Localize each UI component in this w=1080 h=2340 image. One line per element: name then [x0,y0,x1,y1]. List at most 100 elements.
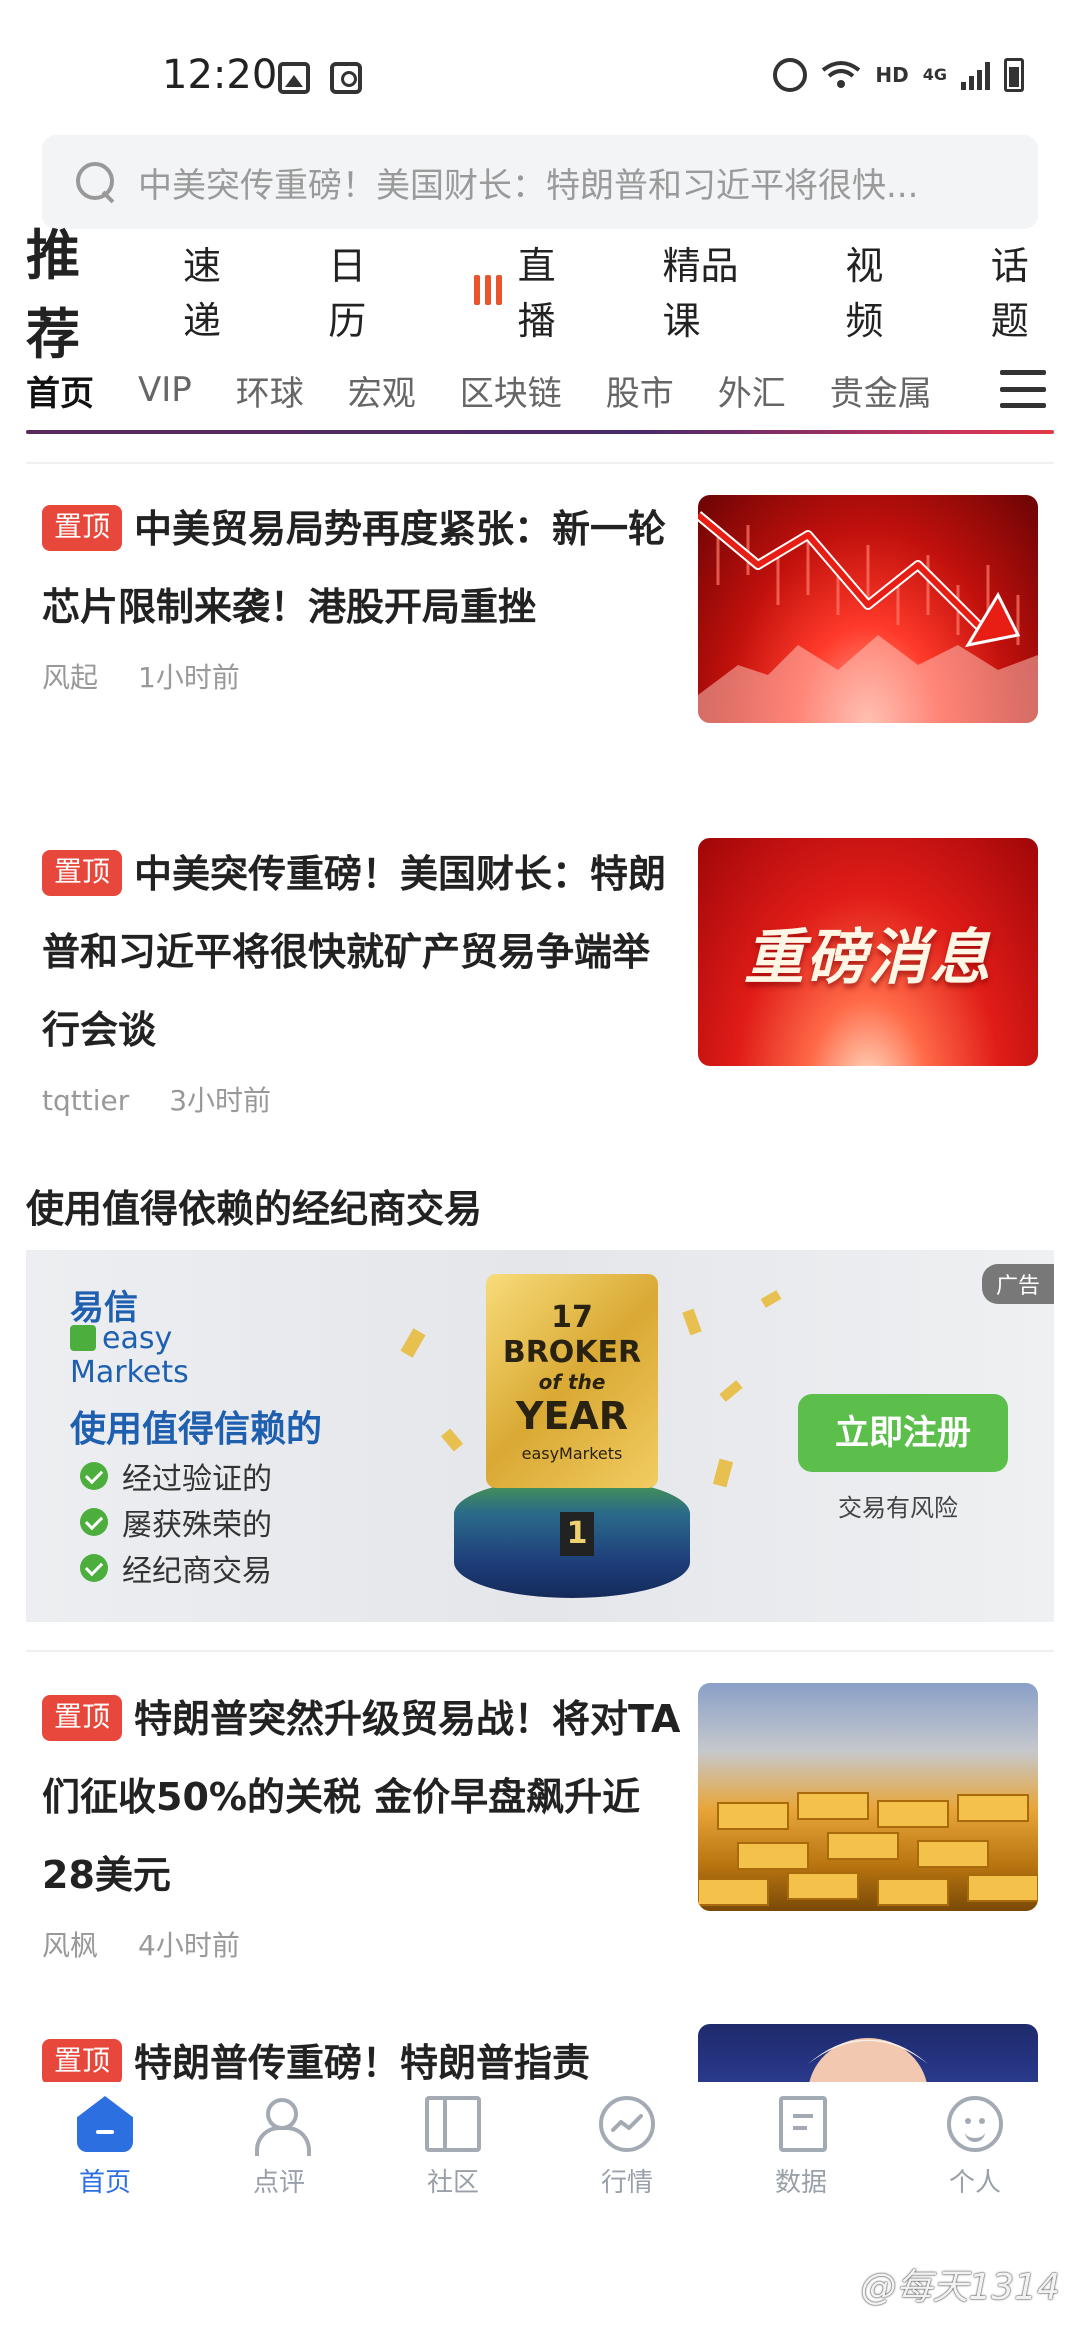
news-time: 3小时前 [169,1084,272,1117]
top-nav-label: 话题 [990,244,1029,343]
search-icon [74,160,118,204]
pinned-badge: 置顶 [42,1695,123,1741]
bottom-nav-profile[interactable]: 个人 [895,2082,1055,2199]
top-nav-recommend[interactable]: 推荐 [26,211,133,369]
divider [26,462,1054,464]
bottom-nav-review[interactable]: 点评 [199,2082,359,2199]
news-thumbnail [698,2024,1038,2082]
news-thumbnail [698,1683,1038,1911]
ad-label-badge: 广告 [981,1264,1054,1304]
top-nav-label: 直播 [517,244,556,343]
bottom-nav-home[interactable]: 首页 [25,2082,185,2199]
news-meta: tqttier 3小时前 [42,1079,1038,1119]
ad-risk-disclaimer: 交易有风险 [838,1494,958,1522]
ad-heading: 使用值得依赖的经纪商交易 [26,1187,483,1231]
gold-bars-graphic [698,1792,1038,1906]
bottom-nav: 首页 点评 社区 行情 数据 个人 [0,2082,1080,2232]
status-bar: 12:20 HD 4G [0,0,1080,130]
clock-app-icon [330,62,362,94]
news-title-text: 中美贸易局势再度紧张：新一轮芯片限制来袭！港股开局重挫 [42,507,667,629]
tab-blockchain[interactable]: 区块链 [460,366,562,415]
person-icon [251,2096,311,2156]
status-icons-left [278,62,362,94]
status-time: 12:20 [162,52,278,98]
4g-signal-icon: 4G [922,65,947,84]
wifi-icon [821,60,861,90]
live-icon [473,275,502,305]
menu-icon[interactable] [1000,370,1046,408]
ad-banner[interactable]: 易信 easy Markets 使用值得信赖的 经过验证的 屡获殊荣的 经纪商交… [26,1250,1054,1622]
tab-underline [26,430,1054,434]
top-nav-video[interactable]: 视频 [845,235,920,345]
falling-chart-graphic [698,511,1038,723]
bottom-nav-label: 社区 [426,2168,479,2198]
home-icon [77,2096,133,2152]
register-now-button[interactable]: 立即注册 [798,1394,1008,1472]
top-nav-label: 日历 [328,244,367,343]
news-author: 风起 [42,661,99,694]
bottom-nav-label: 个人 [948,2168,1001,2198]
bottom-nav-market[interactable]: 行情 [547,2082,707,2199]
pinned-badge: 置顶 [42,2039,123,2082]
top-nav-label: 精品课 [662,244,739,343]
face-icon [947,2096,1003,2152]
news-title-text: 特朗普突然升级贸易战！将对TA们征收50%的关税 金价早盘飙升近28美元 [42,1697,681,1897]
news-thumbnail: 重磅消息 [698,838,1038,1066]
tab-stocks[interactable]: 股市 [606,366,674,415]
search-input[interactable]: 中美突传重磅！美国财长：特朗普和习近平将很快... [138,158,918,207]
news-meta: 风枫 4小时前 [42,1924,1038,1964]
tab-forex[interactable]: 外汇 [718,366,786,415]
tab-macro[interactable]: 宏观 [348,366,416,415]
news-title-text: 中美突传重磅！美国财长：特朗普和习近平将很快就矿产贸易争端举行会谈 [42,852,667,1052]
top-nav-express[interactable]: 速递 [183,235,258,345]
hd-icon: HD [875,63,909,87]
alarm-icon [773,58,808,92]
category-tabs: 首页 VIP 环球 宏观 区块链 股市 外汇 贵金属 [26,362,1046,418]
news-item[interactable]: 置顶 中美贸易局势再度紧张：新一轮芯片限制来袭！港股开局重挫 风起 1小时前 [42,490,1038,790]
bottom-nav-data[interactable]: 数据 [721,2082,881,2199]
bottom-nav-community[interactable]: 社区 [373,2082,533,2199]
top-nav-courses[interactable]: 精品课 [662,235,775,345]
search-bar[interactable]: 中美突传重磅！美国财长：特朗普和习近平将很快... [42,135,1038,229]
divider [26,1650,1054,1652]
tab-home[interactable]: 首页 [26,366,94,415]
battery-icon [1004,58,1024,92]
news-item[interactable]: 置顶 中美突传重磅！美国财长：特朗普和习近平将很快就矿产贸易争端举行会谈 tqtt… [42,835,1038,1135]
news-author: 风枫 [42,1929,99,1962]
tab-global[interactable]: 环球 [236,366,304,415]
news-item[interactable]: 置顶 特朗普突然升级贸易战！将对TA们征收50%的关税 金价早盘飙升近28美元 风… [42,1680,1038,1980]
news-title: 置顶 特朗普传重磅！特朗普指责 [42,2024,682,2082]
top-nav-label: 视频 [845,244,884,343]
news-item[interactable]: 置顶 特朗普传重磅！特朗普指责 [42,2024,1038,2082]
news-title: 置顶 中美突传重磅！美国财长：特朗普和习近平将很快就矿产贸易争端举行会谈 [42,835,682,1069]
bottom-nav-label: 首页 [78,2168,131,2198]
news-title-text: 特朗普传重磅！特朗普指责 [134,2041,591,2082]
image-icon [278,62,310,94]
news-time: 4小时前 [138,1929,240,1962]
bottom-nav-label: 点评 [252,2168,305,2198]
signal-bars-icon [961,60,990,90]
top-nav-live[interactable]: 直播 [473,235,593,345]
news-author: tqttier [42,1084,130,1117]
person-photo-graphic [808,2038,928,2082]
news-time: 1小时前 [138,661,240,694]
watermark: @每天1314 [860,2267,1060,2308]
book-icon [425,2096,481,2152]
news-title: 置顶 特朗普突然升级贸易战！将对TA们征收50%的关税 金价早盘飙升近28美元 [42,1680,682,1914]
trend-icon [599,2096,655,2152]
pinned-badge: 置顶 [42,850,123,896]
news-title: 置顶 中美贸易局势再度紧张：新一轮芯片限制来袭！港股开局重挫 [42,490,682,646]
news-thumbnail [698,495,1038,723]
bottom-nav-label: 行情 [600,2168,653,2198]
document-icon [779,2096,827,2152]
thumbnail-text: 重磅消息 [744,922,992,993]
top-nav-calendar[interactable]: 日历 [328,235,403,345]
top-nav-label: 速递 [182,244,221,343]
status-icons-right: HD 4G [773,58,1024,92]
bottom-nav-label: 数据 [774,2168,827,2198]
pinned-badge: 置顶 [42,505,123,551]
top-nav-topics[interactable]: 话题 [991,235,1066,345]
top-nav: 推荐 速递 日历 直播 精品课 视频 话题 [26,224,1066,366]
tab-vip[interactable]: VIP [138,370,192,410]
tab-precious-metals[interactable]: 贵金属 [830,366,932,415]
